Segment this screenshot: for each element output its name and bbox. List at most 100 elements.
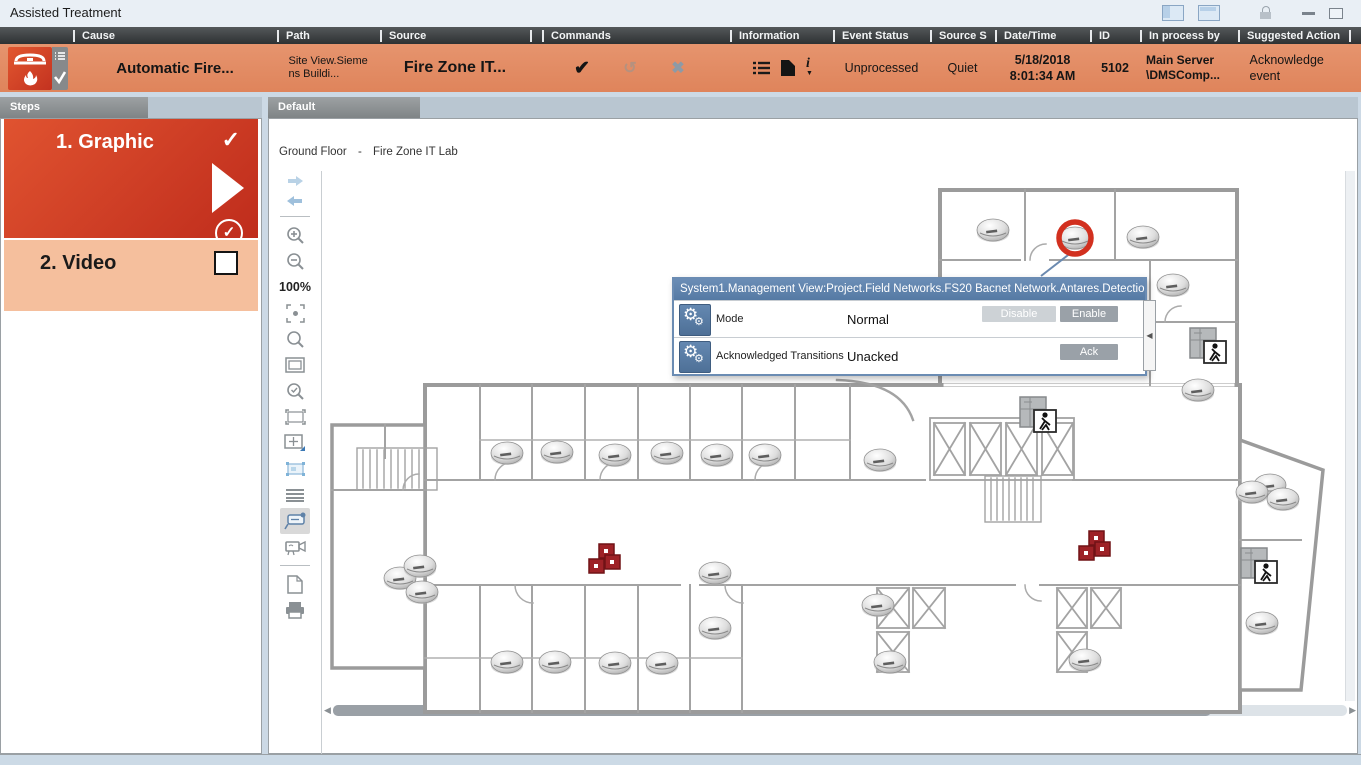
- smoke-detector-fire-icon: [8, 47, 52, 90]
- smoke-detector[interactable]: [977, 219, 1009, 242]
- column-source-status[interactable]: Source S: [930, 27, 995, 44]
- property-label: Mode: [716, 301, 744, 337]
- event-datetime: 5/18/20188:01:34 AM: [1010, 52, 1076, 84]
- zoom-level[interactable]: 100%: [279, 274, 311, 300]
- smoke-detector[interactable]: [874, 651, 906, 674]
- maximize-icon[interactable]: [1329, 8, 1343, 19]
- gear-icon[interactable]: ⚙⚙: [679, 304, 711, 336]
- smoke-detector[interactable]: [651, 442, 683, 465]
- breadcrumb-current[interactable]: Fire Zone IT Lab: [373, 146, 458, 158]
- smoke-detector[interactable]: [699, 562, 731, 585]
- select-area-icon[interactable]: [280, 404, 310, 430]
- assisted-treatment-window: { "title_bar": { "title": "Assisted Trea…: [0, 0, 1361, 765]
- document-icon[interactable]: [781, 60, 795, 76]
- back-arrow-icon[interactable]: [280, 191, 310, 211]
- floor-plan-drawing: [332, 190, 1323, 712]
- steps-tab[interactable]: Steps: [0, 97, 148, 118]
- device-command-popup: System1.Management View:Project.Field Ne…: [672, 277, 1147, 376]
- split-view-icon[interactable]: [280, 430, 310, 456]
- property-value: Unacked: [847, 338, 898, 374]
- column-information[interactable]: Information: [730, 27, 833, 44]
- column-cause[interactable]: Cause: [73, 27, 277, 44]
- smoke-detector[interactable]: [599, 444, 631, 467]
- column-suggested-action[interactable]: Suggested Action: [1238, 27, 1361, 44]
- smoke-detector[interactable]: [541, 441, 573, 464]
- zoom-window-icon[interactable]: [280, 352, 310, 378]
- smoke-detector[interactable]: [1127, 226, 1159, 249]
- gear-icon[interactable]: ⚙⚙: [679, 341, 711, 373]
- smoke-detector[interactable]: [864, 449, 896, 472]
- lock-icon[interactable]: [1260, 6, 1272, 20]
- steps-panel: 1. Graphic ✓ ✓ 2. Video: [0, 118, 262, 754]
- smoke-detector[interactable]: [491, 651, 523, 674]
- scroll-right-arrow[interactable]: ▶: [1349, 705, 1356, 716]
- event-row[interactable]: Automatic Fire... Site View.Siemens Buil…: [0, 44, 1361, 92]
- forward-arrow-icon[interactable]: [280, 171, 310, 191]
- smoke-detector[interactable]: [1157, 274, 1189, 297]
- new-page-icon[interactable]: [280, 571, 310, 597]
- minimize-icon[interactable]: [1302, 12, 1315, 15]
- popup-row-ack: ⚙⚙ Acknowledged Transitions Unacked Ack: [674, 337, 1145, 374]
- info-dropdown-icon[interactable]: i▼: [806, 56, 810, 72]
- smoke-detector[interactable]: [1182, 379, 1214, 402]
- event-list-check-icon: [52, 47, 68, 90]
- smoke-detector[interactable]: [699, 617, 731, 640]
- play-icon[interactable]: [212, 163, 244, 213]
- event-id: 5102: [1101, 61, 1129, 75]
- column-source[interactable]: Source: [380, 27, 530, 44]
- video-camera-icon[interactable]: [280, 534, 310, 560]
- smoke-detector[interactable]: [406, 581, 438, 604]
- column-icon: [0, 27, 73, 44]
- layers-icon[interactable]: [280, 482, 310, 508]
- step-label: 2. Video: [40, 252, 116, 275]
- floor-plan-canvas[interactable]: [325, 158, 1345, 738]
- smoke-detector[interactable]: [749, 444, 781, 467]
- window-title: Assisted Treatment: [10, 5, 121, 20]
- property-value: Normal: [847, 301, 889, 337]
- smoke-detector[interactable]: [1069, 649, 1101, 672]
- disable-button[interactable]: Disable: [982, 306, 1056, 322]
- smoke-detector[interactable]: [599, 652, 631, 675]
- enable-button[interactable]: Enable: [1060, 306, 1118, 322]
- viewer-tab-default[interactable]: Default: [268, 97, 420, 118]
- step-video[interactable]: 2. Video: [4, 240, 258, 311]
- command-cancel-icon[interactable]: ✖: [654, 58, 702, 78]
- command-reset-icon[interactable]: ↺: [606, 58, 654, 78]
- magnifier-icon[interactable]: [280, 326, 310, 352]
- smoke-detector[interactable]: [404, 555, 436, 578]
- list-icon[interactable]: [753, 61, 770, 75]
- popup-collapse-handle[interactable]: ◀: [1143, 300, 1156, 371]
- smoke-detector[interactable]: [1267, 488, 1299, 511]
- empty-checkbox[interactable]: [214, 251, 238, 275]
- smoke-detector[interactable]: [646, 652, 678, 675]
- column-commands[interactable]: Commands: [530, 27, 730, 44]
- source-status: Quiet: [948, 61, 978, 75]
- breadcrumb-parent[interactable]: Ground Floor: [279, 146, 347, 158]
- step-graphic[interactable]: 1. Graphic ✓ ✓: [4, 119, 258, 238]
- dock-left-icon[interactable]: [1162, 5, 1184, 21]
- column-in-process-by[interactable]: In process by: [1140, 27, 1238, 44]
- column-datetime[interactable]: Date/Time: [995, 27, 1090, 44]
- column-id[interactable]: ID: [1090, 27, 1140, 44]
- print-icon[interactable]: [280, 597, 310, 623]
- command-confirm-icon[interactable]: ✔: [558, 57, 606, 80]
- smoke-detector[interactable]: [491, 442, 523, 465]
- vertical-scrollbar[interactable]: [1345, 171, 1355, 701]
- smoke-detector[interactable]: [1246, 612, 1278, 635]
- smoke-detector[interactable]: [539, 651, 571, 674]
- ack-button[interactable]: Ack: [1060, 344, 1118, 360]
- column-path[interactable]: Path: [277, 27, 380, 44]
- smoke-detector[interactable]: [701, 444, 733, 467]
- pan-view-icon[interactable]: [280, 456, 310, 482]
- event-type-tile[interactable]: [8, 47, 68, 90]
- zoom-in-icon[interactable]: [280, 222, 310, 248]
- smoke-detector[interactable]: [862, 594, 894, 617]
- zoom-check-icon[interactable]: [280, 378, 310, 404]
- column-event-status[interactable]: Event Status: [833, 27, 930, 44]
- smoke-detector[interactable]: [1236, 481, 1268, 504]
- dock-float-icon[interactable]: [1198, 5, 1220, 21]
- fit-to-view-icon[interactable]: [280, 300, 310, 326]
- breadcrumb-separator: -: [358, 146, 362, 158]
- callout-tool-icon[interactable]: [280, 508, 310, 534]
- zoom-out-icon[interactable]: [280, 248, 310, 274]
